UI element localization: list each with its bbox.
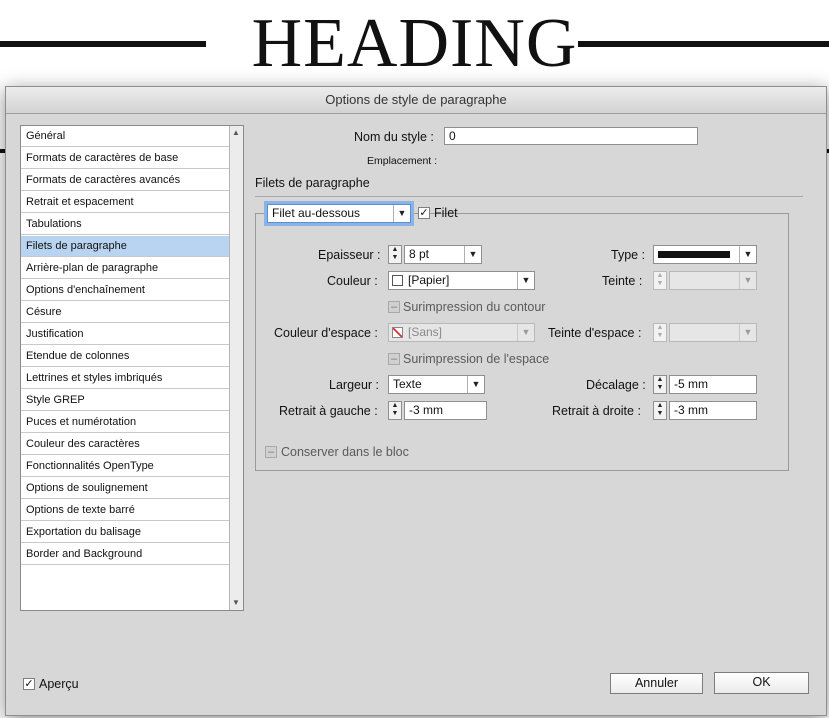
sidebar-item[interactable]: Formats de caractères de base [21, 148, 229, 169]
right-indent-stepper[interactable]: ▲ ▼ [653, 401, 667, 420]
category-list-scrollbar[interactable]: ▲ ▼ [229, 126, 243, 610]
gap-tint-stepper[interactable]: ▲ ▼ [653, 323, 667, 342]
chevron-down-icon: ▼ [393, 205, 410, 222]
scroll-up-icon[interactable]: ▲ [232, 128, 240, 137]
sidebar-item[interactable]: Fonctionnalités OpenType [21, 456, 229, 477]
offset-input[interactable]: -5 mm [669, 375, 757, 394]
sidebar-item[interactable]: Etendue de colonnes [21, 346, 229, 367]
gap-color-label: Couleur d'espace : [274, 326, 378, 340]
tint-label: Teinte : [602, 274, 643, 288]
cancel-button[interactable]: Annuler [610, 673, 703, 694]
sidebar-item[interactable]: Options de texte barré [21, 500, 229, 521]
offset-stepper[interactable]: ▲ ▼ [653, 375, 667, 394]
overprint-stroke-checkbox[interactable]: – [388, 301, 400, 313]
sidebar-item[interactable]: Tabulations [21, 214, 229, 235]
thickness-select[interactable]: 8 pt ▼ [404, 245, 482, 264]
sidebar-item[interactable]: Retrait et espacement [21, 192, 229, 213]
width-label: Largeur : [329, 378, 380, 392]
rule-position-select[interactable]: Filet au-dessous ▼ [267, 204, 411, 223]
sidebar-item[interactable]: Options d'enchaînement [21, 280, 229, 301]
thickness-value: 8 pt [409, 247, 430, 261]
paragraph-style-dialog: Options de style de paragraphe Général Fo… [5, 86, 827, 716]
sidebar-item[interactable]: Général [21, 126, 229, 147]
rule-position-value: Filet au-dessous [272, 206, 361, 220]
left-indent-stepper[interactable]: ▲ ▼ [388, 401, 402, 420]
location-label: Emplacement : [367, 155, 438, 167]
type-select[interactable]: ▼ [653, 245, 757, 264]
color-select[interactable]: [Papier] ▼ [388, 271, 535, 290]
chevron-down-icon: ▼ [739, 324, 756, 341]
sidebar-item[interactable]: Justification [21, 324, 229, 345]
left-indent-input[interactable]: -3 mm [404, 401, 487, 420]
preview-label: Aperçu [39, 677, 79, 691]
overprint-gap-label: Surimpression de l'espace [403, 352, 550, 366]
heading-text: HEADING [251, 5, 578, 82]
style-name-label: Nom du style : [354, 130, 434, 144]
offset-label: Décalage : [586, 378, 646, 392]
preview-checkbox[interactable]: ✓ [23, 678, 35, 690]
rule-enable-label: Filet [434, 206, 458, 220]
gap-tint-label: Teinte d'espace : [548, 326, 642, 340]
right-indent-label: Retrait à droite : [552, 404, 641, 418]
sidebar-item[interactable]: Couleur des caractères [21, 434, 229, 455]
overprint-gap-checkbox[interactable]: – [388, 353, 400, 365]
category-list-items: Général Formats de caractères de base Form… [21, 126, 229, 610]
paper-swatch [392, 275, 403, 286]
sidebar-item[interactable]: Lettrines et styles imbriqués [21, 368, 229, 389]
chevron-down-icon: ▼ [517, 272, 534, 289]
thickness-label: Epaisseur : [318, 248, 381, 262]
sidebar-item[interactable]: Formats de caractères avancés [21, 170, 229, 191]
scroll-down-icon[interactable]: ▼ [232, 598, 240, 607]
chevron-down-icon: ▼ [739, 272, 756, 289]
sidebar-item[interactable]: Border and Background [21, 544, 229, 565]
chevron-down-icon: ▼ [517, 324, 534, 341]
tint-stepper[interactable]: ▲ ▼ [653, 271, 667, 290]
sidebar-item[interactable]: Césure [21, 302, 229, 323]
sidebar-item[interactable]: Arrière-plan de paragraphe [21, 258, 229, 279]
chevron-down-icon: ▼ [467, 376, 484, 393]
chevron-down-icon: ▼ [464, 246, 481, 263]
sidebar-item[interactable]: Style GREP [21, 390, 229, 411]
color-label: Couleur : [327, 274, 378, 288]
right-indent-input[interactable]: -3 mm [669, 401, 757, 420]
sidebar-item[interactable]: Filets de paragraphe [21, 236, 229, 257]
tint-select[interactable]: ▼ [669, 271, 757, 290]
gap-tint-select[interactable]: ▼ [669, 323, 757, 342]
sidebar-item[interactable]: Options de soulignement [21, 478, 229, 499]
rule-enable-checkbox[interactable]: ✓ [418, 207, 430, 219]
keep-in-frame-checkbox[interactable]: – [265, 446, 277, 458]
gap-color-value: [Sans] [408, 325, 443, 339]
dialog-title: Options de style de paragraphe [6, 87, 826, 114]
solid-line-preview [658, 251, 730, 258]
gap-color-select[interactable]: [Sans] ▼ [388, 323, 535, 342]
sidebar-item[interactable]: Puces et numérotation [21, 412, 229, 433]
width-value: Texte [393, 377, 422, 391]
sidebar-item[interactable]: Exportation du balisage [21, 522, 229, 543]
color-value: [Papier] [408, 273, 450, 287]
type-label: Type : [611, 248, 646, 262]
overprint-stroke-label: Surimpression du contour [403, 300, 546, 314]
category-list[interactable]: Général Formats de caractères de base Form… [20, 125, 244, 611]
width-select[interactable]: Texte ▼ [388, 375, 485, 394]
ok-button[interactable]: OK [714, 672, 809, 694]
chevron-down-icon: ▼ [739, 246, 756, 263]
section-title: Filets de paragraphe [255, 176, 370, 190]
style-name-input[interactable]: 0 [444, 127, 698, 145]
none-swatch-icon [392, 327, 403, 338]
section-separator [255, 196, 803, 197]
thickness-stepper[interactable]: ▲ ▼ [388, 245, 402, 264]
left-indent-label: Retrait à gauche : [279, 404, 378, 418]
keep-in-frame-label: Conserver dans le bloc [281, 445, 409, 459]
